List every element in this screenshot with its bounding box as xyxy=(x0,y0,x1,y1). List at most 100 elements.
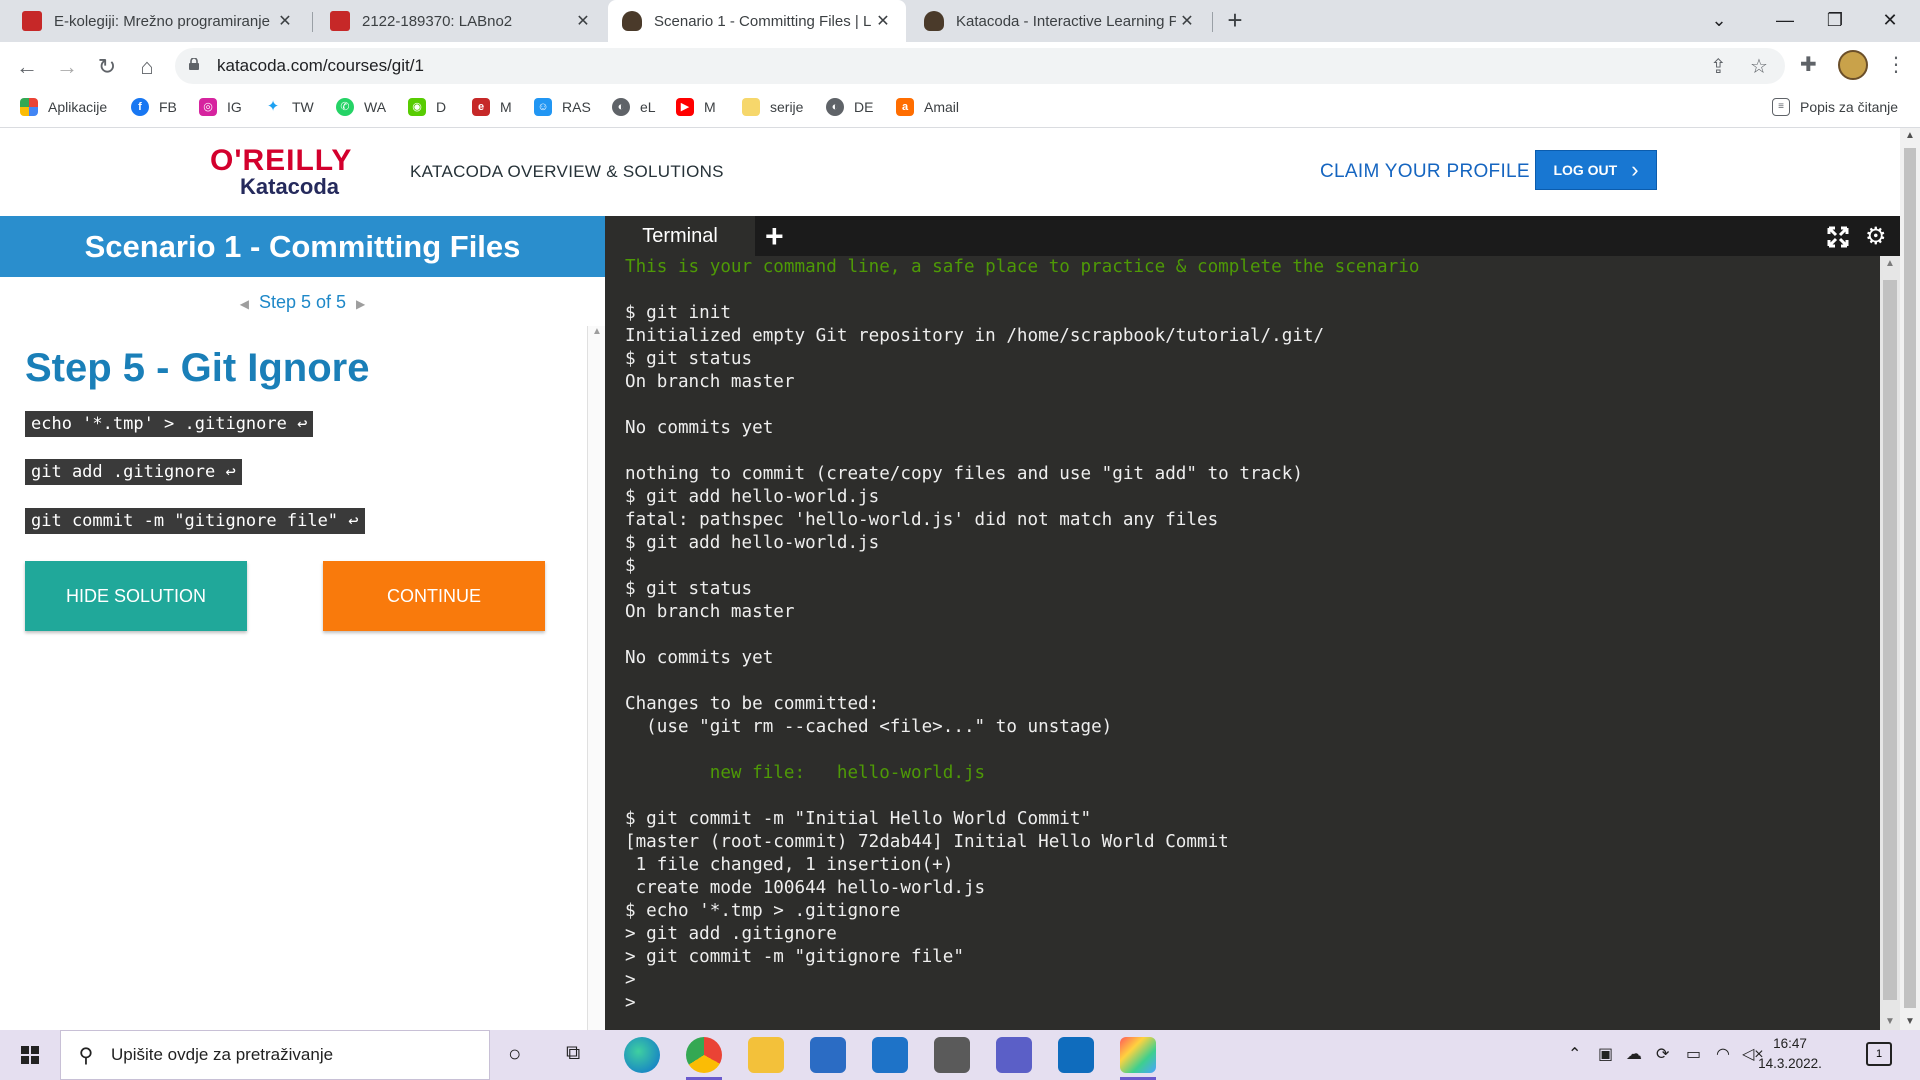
calculator-icon[interactable] xyxy=(934,1037,970,1073)
command-snippet[interactable]: echo '*.tmp' > .gitignore ↩ xyxy=(25,411,314,437)
browser-tab[interactable]: E-kolegiji: Mrežno programiranje ✕ xyxy=(8,0,308,42)
battery-icon[interactable]: ▭ xyxy=(1686,1044,1701,1064)
fullscreen-icon[interactable] xyxy=(1827,226,1849,248)
bookmark-item[interactable]: ◐ eL xyxy=(612,98,656,116)
scrollbar-thumb[interactable] xyxy=(1883,280,1897,1000)
bookmark-item[interactable]: eM xyxy=(472,98,512,116)
terminal-line: nothing to commit (create/copy files and… xyxy=(625,464,1303,484)
bookmark-item[interactable]: ▶ M xyxy=(676,98,716,116)
terminal-output[interactable]: This is your command line, a safe place … xyxy=(605,256,1880,1030)
address-bar[interactable]: katacoda.com/courses/git/1 ⇪ ☆ xyxy=(175,48,1785,84)
clock[interactable]: 16:47 14.3.2022. xyxy=(1750,1034,1830,1074)
scroll-up-icon[interactable]: ▲ xyxy=(1885,258,1895,269)
tab-separator xyxy=(312,12,313,32)
scrollbar-thumb[interactable] xyxy=(1904,148,1916,1008)
terminal-line: > git add .gitignore xyxy=(625,924,837,944)
ekolegij-icon: e xyxy=(472,98,490,116)
close-icon[interactable]: ✕ xyxy=(872,11,894,31)
bookmark-item[interactable]: ✆ WA xyxy=(336,98,386,116)
bookmark-item[interactable]: a Amail xyxy=(896,98,959,116)
notification-center-icon[interactable]: 1 xyxy=(1866,1042,1892,1066)
close-icon[interactable]: ✕ xyxy=(1176,11,1198,31)
bookmark-item[interactable]: ☺ RAS xyxy=(534,98,591,116)
katacoda-logo[interactable]: Katacoda xyxy=(240,174,339,200)
reload-icon[interactable]: ↻ xyxy=(92,52,122,82)
settings-gear-icon[interactable]: ⚙ xyxy=(1865,222,1887,251)
add-terminal-button[interactable]: + xyxy=(765,218,784,254)
outlook-icon[interactable] xyxy=(1058,1037,1094,1073)
ekolegij-icon xyxy=(330,11,350,31)
meet-now-icon[interactable]: ▣ xyxy=(1598,1044,1613,1064)
mail-icon[interactable] xyxy=(872,1037,908,1073)
previous-step-icon[interactable]: ◀ xyxy=(230,297,259,311)
back-icon[interactable]: ← xyxy=(12,52,42,82)
tab-search-icon[interactable]: ⌄ xyxy=(1694,0,1744,42)
claim-profile-link[interactable]: CLAIM YOUR PROFILE xyxy=(1320,161,1530,183)
hide-solution-button[interactable]: HIDE SOLUTION xyxy=(25,561,247,631)
window-close-button[interactable]: ✕ xyxy=(1865,0,1915,42)
windows-update-icon[interactable]: ⟳ xyxy=(1656,1044,1669,1064)
scroll-down-icon[interactable]: ▼ xyxy=(1885,1016,1895,1027)
onedrive-icon[interactable]: ☁ xyxy=(1626,1044,1642,1064)
oreilly-logo[interactable]: O'REILLY xyxy=(210,144,352,178)
cortana-icon[interactable]: ○ xyxy=(508,1041,521,1067)
scroll-down-icon[interactable]: ▼ xyxy=(1905,1016,1915,1027)
page-scrollbar[interactable]: ▲ ▼ xyxy=(1900,128,1920,1030)
chrome-icon[interactable] xyxy=(686,1037,722,1080)
next-step-icon[interactable]: ▶ xyxy=(346,297,375,311)
bookmark-star-icon[interactable]: ☆ xyxy=(1750,54,1768,79)
restore-button[interactable]: ❐ xyxy=(1810,0,1860,42)
snip-sketch-icon[interactable] xyxy=(1120,1037,1156,1080)
bookmark-item[interactable]: ✦ TW xyxy=(264,98,314,116)
avatar[interactable] xyxy=(1838,50,1868,80)
menu-icon[interactable]: ⋮ xyxy=(1886,52,1906,77)
scroll-up-icon[interactable]: ▲ xyxy=(1905,130,1915,141)
bookmark-item[interactable]: ◐ DE xyxy=(826,98,873,116)
facebook-icon: f xyxy=(131,98,149,116)
browser-tab[interactable]: 2122-189370: LABno2 ✕ xyxy=(316,0,606,42)
new-tab-button[interactable]: + xyxy=(1221,6,1249,34)
reading-list-button[interactable]: ≡ Popis za čitanje xyxy=(1772,98,1898,116)
command-snippet[interactable]: git commit -m "gitignore file" ↩ xyxy=(25,508,365,534)
continue-button[interactable]: CONTINUE xyxy=(323,561,545,631)
wifi-icon[interactable]: ◠ xyxy=(1716,1044,1730,1064)
terminal-line: > git commit -m "gitignore file" xyxy=(625,947,964,967)
home-icon[interactable]: ⌂ xyxy=(132,52,162,82)
terminal-scrollbar[interactable]: ▲ ▼ xyxy=(1880,256,1900,1030)
reading-list-icon: ≡ xyxy=(1772,98,1790,116)
bookmark-item[interactable]: ◎ IG xyxy=(199,98,242,116)
file-explorer-icon[interactable] xyxy=(748,1037,784,1073)
lock-icon xyxy=(189,58,199,70)
duolingo-icon: ◉ xyxy=(408,98,426,116)
windows-start-icon[interactable] xyxy=(0,1030,60,1080)
bookmark-item[interactable]: ◉ D xyxy=(408,98,446,116)
minimize-button[interactable]: — xyxy=(1760,0,1810,42)
scenario-scrollbar[interactable]: ▲ xyxy=(587,326,605,1030)
bookmark-item[interactable]: Aplikacije xyxy=(20,98,107,116)
browser-tab[interactable]: Katacoda - Interactive Learning P ✕ xyxy=(910,0,1210,42)
teams-icon[interactable] xyxy=(996,1037,1032,1073)
taskbar-search[interactable]: ⚲ Upišite ovdje za pretraživanje xyxy=(60,1030,490,1080)
bookmark-item[interactable]: f FB xyxy=(131,98,177,116)
logout-button[interactable]: LOG OUT › xyxy=(1535,150,1657,190)
browser-tab-active[interactable]: Scenario 1 - Committing Files | Le ✕ xyxy=(608,0,906,42)
scroll-up-icon[interactable]: ▲ xyxy=(592,326,602,337)
terminal-line: > xyxy=(625,993,636,1013)
close-icon[interactable]: ✕ xyxy=(274,11,296,31)
task-view-icon[interactable]: ⧉ xyxy=(566,1042,580,1065)
close-icon[interactable]: ✕ xyxy=(572,11,594,31)
overview-link[interactable]: KATACODA OVERVIEW & SOLUTIONS xyxy=(410,162,724,182)
step-title: Step 5 - Git Ignore xyxy=(25,346,370,390)
edge-icon[interactable] xyxy=(624,1037,660,1073)
terminal-line: > xyxy=(625,970,636,990)
url-text[interactable]: katacoda.com/courses/git/1 xyxy=(217,56,424,76)
share-icon[interactable]: ⇪ xyxy=(1710,54,1727,79)
globe-icon: ◐ xyxy=(612,98,630,116)
forward-icon[interactable]: → xyxy=(52,52,82,82)
bookmark-item[interactable]: serije xyxy=(742,98,803,116)
store-icon[interactable] xyxy=(810,1037,846,1073)
terminal-tab[interactable]: Terminal xyxy=(605,216,755,256)
extensions-icon[interactable]: ✚ xyxy=(1800,52,1817,77)
command-snippet[interactable]: git add .gitignore ↩ xyxy=(25,459,242,485)
chevron-up-icon[interactable]: ⌃ xyxy=(1568,1044,1581,1064)
